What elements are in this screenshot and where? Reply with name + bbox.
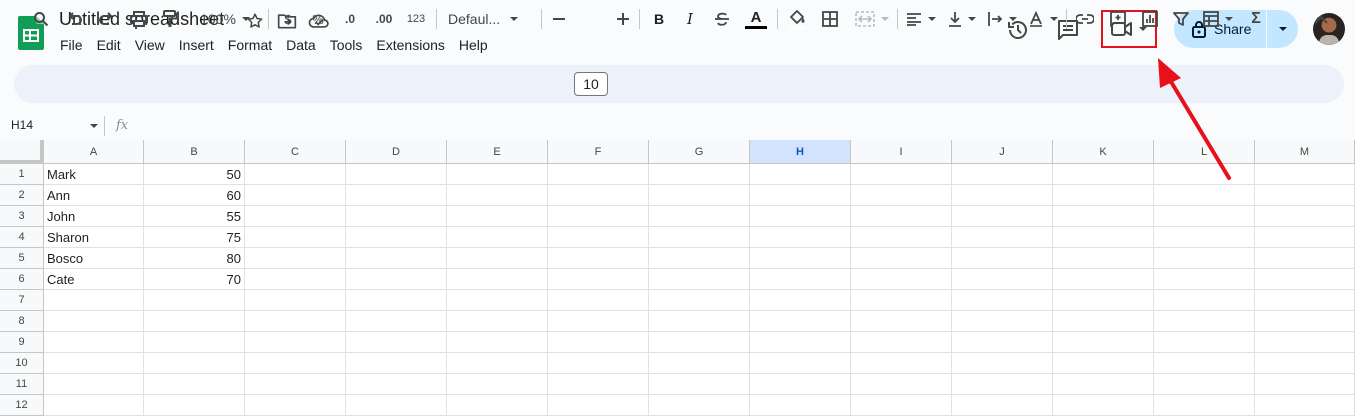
annotation-arrow — [1158, 58, 1231, 180]
google-sheets-window: Untitled spreadsheet File Edit View Inse… — [0, 0, 1355, 416]
